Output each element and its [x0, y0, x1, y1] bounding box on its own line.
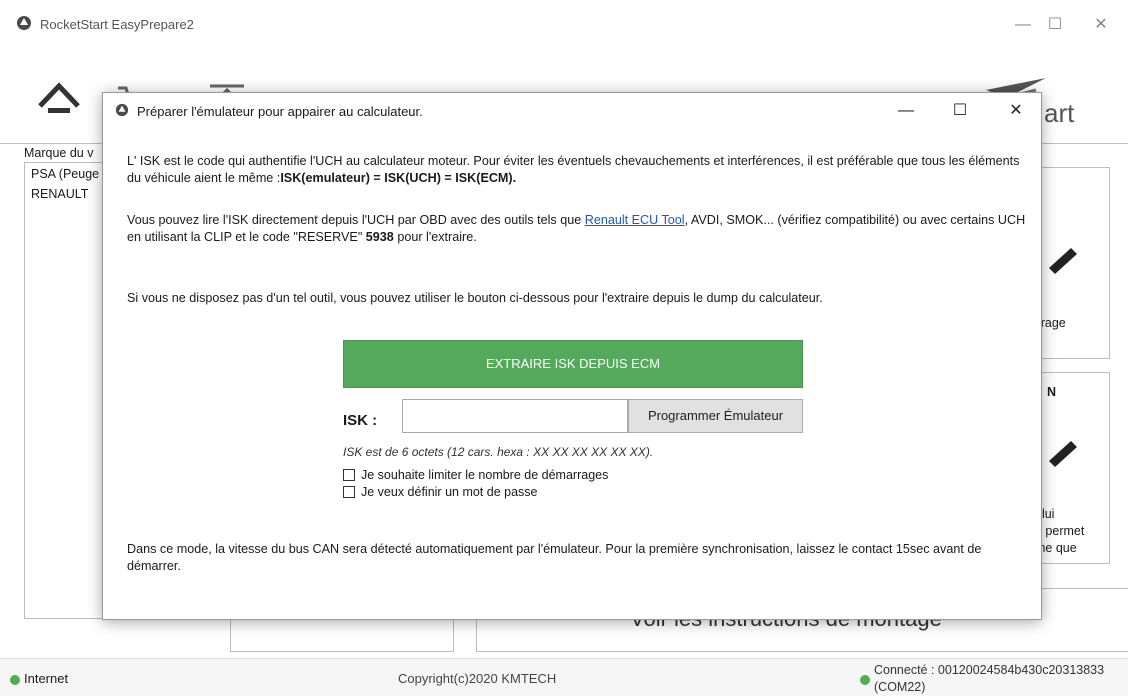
- dialog-minimize-button[interactable]: —: [889, 99, 923, 123]
- emulator-device-icon: [1049, 248, 1077, 274]
- password-label: Je veux définir un mot de passe: [361, 485, 538, 499]
- emulator-device-icon-2: [1049, 441, 1077, 467]
- brand-label: Marque du v: [24, 146, 94, 160]
- card-2-mark: N: [1047, 385, 1057, 399]
- isk-read-text-3: pour l'extraire.: [393, 230, 477, 244]
- limit-starts-label: Je souhaite limiter le nombre de démarra…: [361, 468, 609, 482]
- isk-read-info: Vous pouvez lire l'ISK directement depui…: [127, 212, 1027, 246]
- connection-status-icon: [860, 675, 870, 685]
- limit-starts-option[interactable]: Je souhaite limiter le nombre de démarra…: [343, 468, 608, 482]
- brand-item-renault[interactable]: RENAULT: [31, 187, 88, 201]
- dialog-maximize-button[interactable]: ☐: [943, 99, 977, 123]
- prepare-emulator-dialog: Préparer l'émulateur pour appairer au ca…: [102, 92, 1042, 620]
- internet-status-icon: [10, 675, 20, 685]
- password-checkbox[interactable]: [343, 486, 355, 498]
- isk-format-hint: ISK est de 6 octets (12 cars. hexa : XX …: [343, 445, 654, 459]
- connection-id: Connecté : 00120024584b430c20313833: [874, 663, 1105, 677]
- reserve-code: 5938: [365, 230, 394, 244]
- program-emulator-button[interactable]: Programmer Émulateur: [628, 399, 803, 433]
- dialog-title: Préparer l'émulateur pour appairer au ca…: [137, 104, 423, 119]
- isk-read-text-1: Vous pouvez lire l'ISK directement depui…: [127, 213, 585, 227]
- minimize-button[interactable]: —: [1008, 14, 1038, 36]
- copyright-text: Copyright(c)2020 KMTECH: [398, 671, 557, 686]
- card-2-text-2: n permet: [1035, 524, 1085, 538]
- maximize-button[interactable]: ☐: [1040, 14, 1070, 36]
- renault-ecu-tool-link[interactable]: Renault ECU Tool: [585, 213, 685, 227]
- dialog-close-button[interactable]: ✕: [999, 99, 1033, 123]
- dialog-app-icon: [115, 103, 129, 117]
- home-icon[interactable]: [36, 76, 82, 122]
- app-logo-icon: [17, 16, 31, 30]
- can-bus-info: Dans ce mode, la vitesse du bus CAN sera…: [127, 542, 982, 573]
- svg-text:art: art: [1044, 98, 1075, 128]
- main-titlebar: RocketStart EasyPrepare2 — ☐ ✕: [0, 0, 1128, 52]
- brand-item-psa[interactable]: PSA (Peuge: [31, 167, 99, 181]
- connection-status-label: Connecté : 00120024584b430c20313833 (COM…: [874, 662, 1104, 696]
- isk-explanation-text: L' ISK est le code qui authentifie l'UCH…: [127, 154, 1020, 185]
- dialog-titlebar: Préparer l'émulateur pour appairer au ca…: [103, 93, 1041, 129]
- internet-status-label: Internet: [24, 671, 69, 686]
- extract-info: Si vous ne disposez pas d'un tel outil, …: [127, 291, 823, 305]
- isk-input[interactable]: [402, 399, 628, 433]
- isk-equation: ISK(emulateur) = ISK(UCH) = ISK(ECM).: [280, 171, 517, 185]
- isk-explanation: L' ISK est le code qui authentifie l'UCH…: [127, 153, 1027, 187]
- password-option[interactable]: Je veux définir un mot de passe: [343, 485, 538, 499]
- isk-label: ISK :: [343, 412, 378, 429]
- app-title: RocketStart EasyPrepare2: [40, 17, 194, 32]
- limit-starts-checkbox[interactable]: [343, 469, 355, 481]
- close-button[interactable]: ✕: [1086, 14, 1116, 36]
- connection-port: (COM22): [874, 680, 926, 694]
- extract-isk-button[interactable]: EXTRAIRE ISK DEPUIS ECM: [343, 340, 803, 388]
